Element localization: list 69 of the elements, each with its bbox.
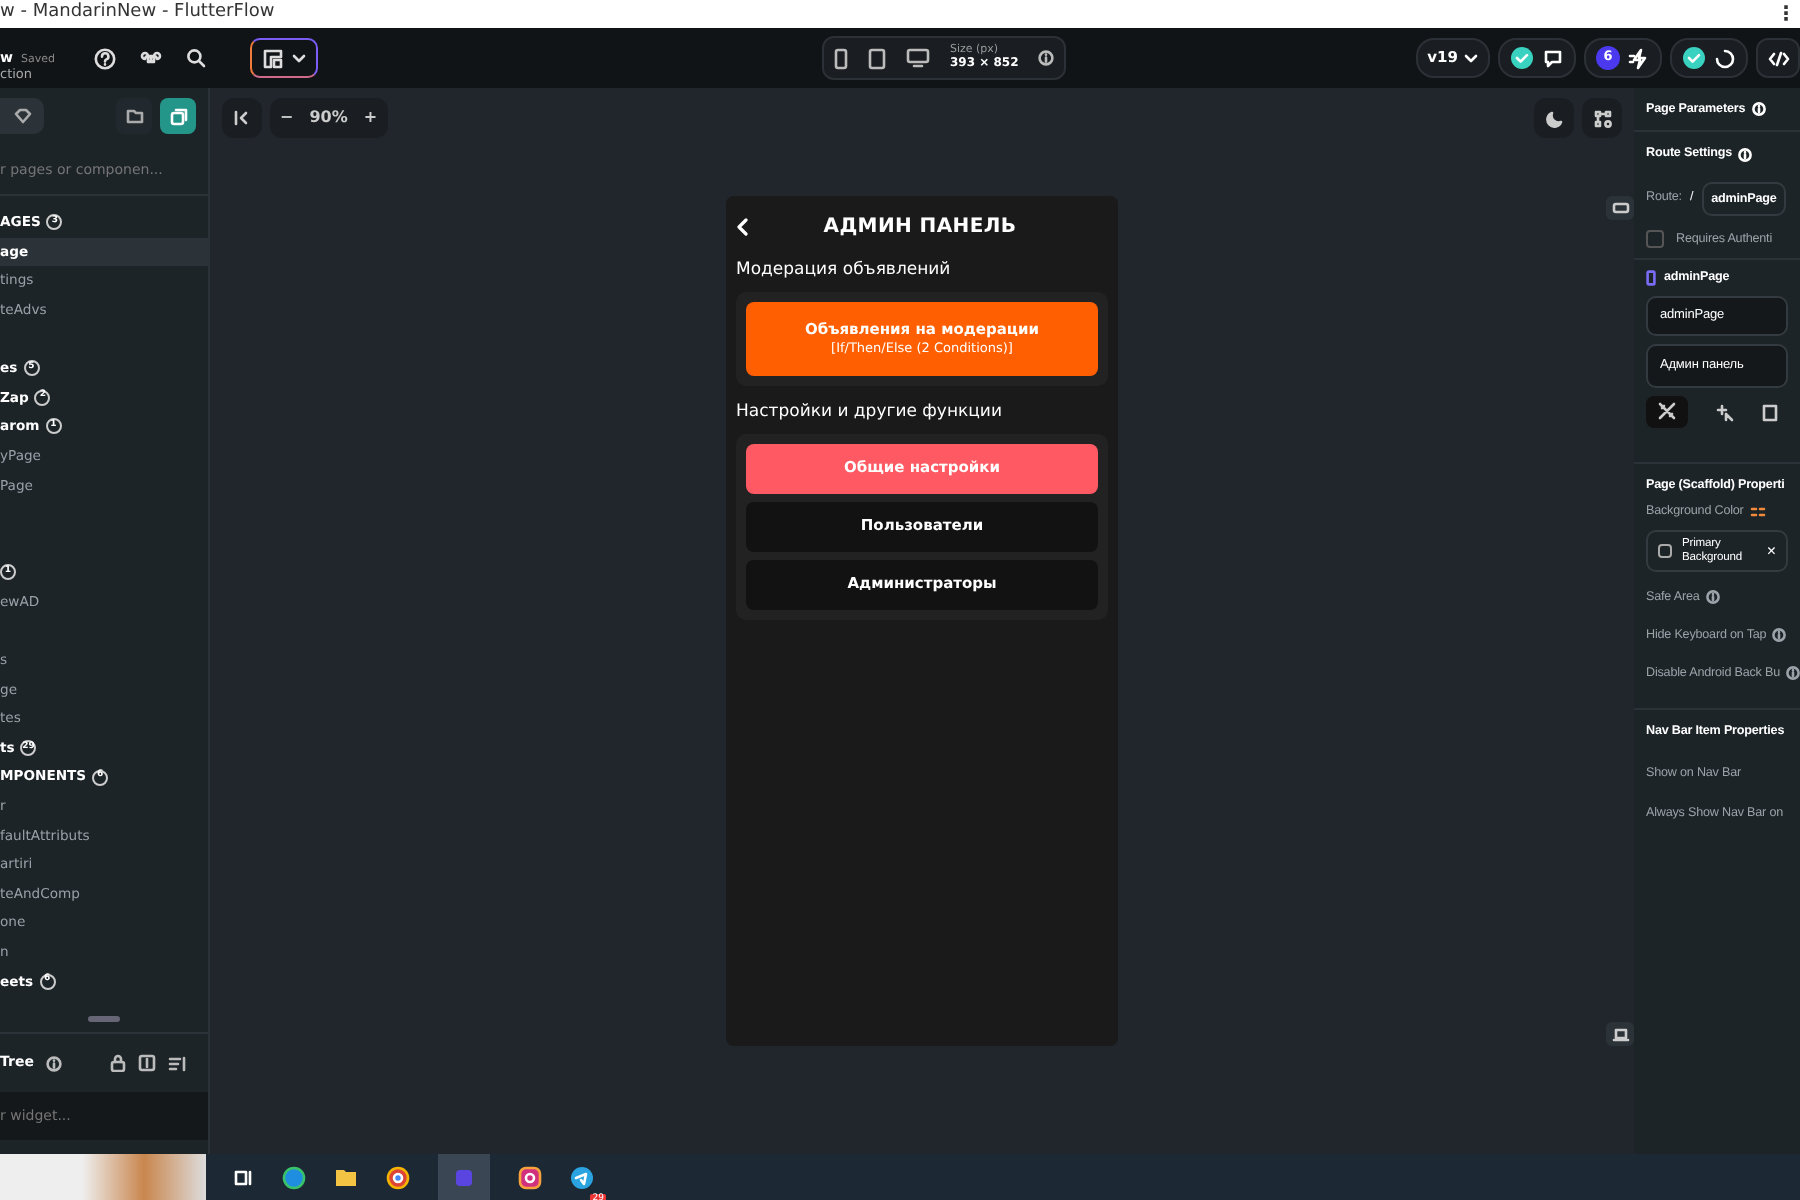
tools-icon [1658,402,1676,421]
storyboard-tab[interactable] [0,98,44,134]
add-page-button[interactable] [160,98,196,134]
build-status-button[interactable] [1670,38,1748,78]
caret-icon [292,53,306,63]
flow-menu-button[interactable] [250,38,318,78]
device-toggle[interactable] [1606,1022,1634,1046]
status-button[interactable] [1498,38,1576,78]
info-icon [45,1055,62,1071]
checkbox[interactable] [1646,230,1664,248]
desktop-icon[interactable] [906,48,930,68]
section-heading: Модерация объявлений [736,258,953,284]
dark-mode-button[interactable] [1534,98,1574,138]
lightning-icon [1628,47,1650,69]
zoom-level: 90% [309,106,348,130]
new-folder-button[interactable] [116,98,152,134]
lock-icon[interactable] [110,1054,126,1072]
folder-icon[interactable] [334,1167,358,1187]
moon-icon [1545,109,1563,127]
zoom-in-button[interactable]: + [363,106,378,130]
menu-icon[interactable]: ⋮ [1776,0,1796,29]
search-icon[interactable] [186,48,206,68]
chat-icon [1542,47,1564,69]
laptop-icon [1611,1027,1629,1041]
expand-icon[interactable] [138,1054,156,1072]
zoom-out-button[interactable]: − [280,106,294,130]
caret-icon [1464,53,1478,63]
info-icon [1738,147,1753,161]
gem-icon [13,108,31,124]
keyboard-icon [1611,202,1629,214]
check-icon [1510,46,1534,70]
check-icon [1682,46,1706,70]
info-icon [1705,590,1720,604]
loading-icon [1714,47,1736,69]
variable-icon [1749,506,1766,518]
keyboard-toggle[interactable] [1606,196,1634,220]
code-icon [1767,49,1789,67]
collapse-icon [233,110,251,126]
info-icon [1786,666,1800,680]
tablet-icon[interactable] [868,47,886,69]
screen-title: АДМИН ПАНЕЛЬ [821,213,1019,241]
help-icon[interactable] [94,47,116,69]
properties-tab[interactable] [1646,396,1688,428]
code-button[interactable] [1756,38,1800,78]
browser-icon[interactable] [282,1165,306,1189]
browser-icon[interactable] [386,1165,410,1189]
window-title: w - MandarinNew - FlutterFlow [0,0,275,27]
phone-icon [1646,270,1656,286]
collapse-button[interactable] [222,98,262,138]
sort-icon[interactable] [168,1055,188,1071]
camera-icon[interactable] [518,1165,542,1189]
back-icon[interactable] [736,217,748,235]
phone-icon[interactable] [834,47,848,69]
folder-icon [125,108,143,124]
app-icon [452,1165,476,1189]
command-icon[interactable] [140,47,162,69]
task-view-icon[interactable] [234,1167,254,1187]
telegram-icon[interactable] [570,1166,594,1191]
info-icon [1772,628,1787,642]
list-icon[interactable] [1762,403,1778,421]
resize-handle[interactable] [88,1015,120,1021]
add-page-icon [169,107,187,125]
select-icon [1593,109,1611,127]
info-icon [1038,50,1055,66]
logo-icon [262,47,284,69]
info-icon [1751,102,1766,116]
select-mode-button[interactable] [1582,98,1622,138]
cursor-icon[interactable] [1716,403,1734,421]
section-heading: Настройки и другие функции [736,399,1004,425]
